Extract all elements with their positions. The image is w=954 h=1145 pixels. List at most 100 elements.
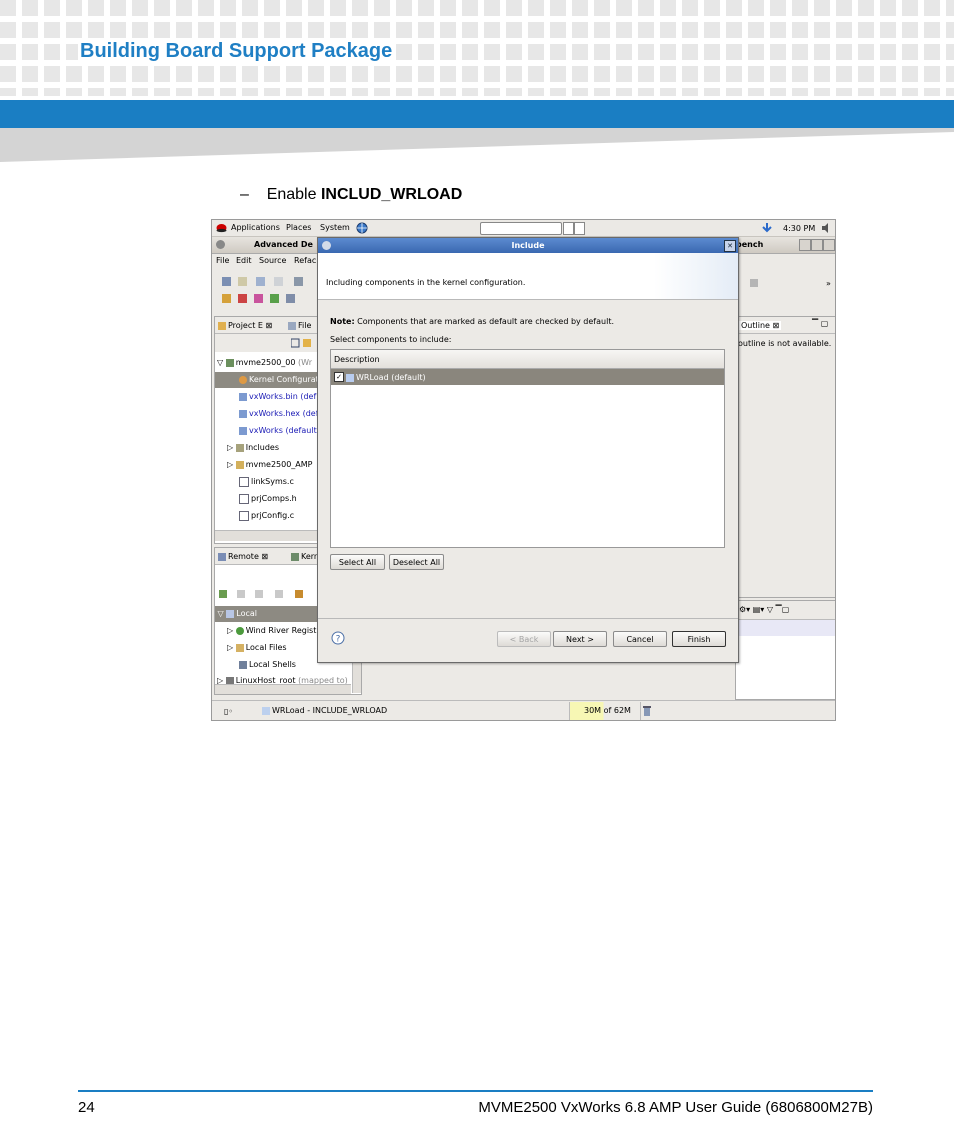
local-files-icon bbox=[235, 643, 244, 652]
component-icon bbox=[346, 373, 354, 382]
horizontal-scrollbar[interactable] bbox=[215, 530, 319, 541]
tree-item-wind-river-registry[interactable]: ▷ Wind River Regist bbox=[227, 623, 316, 639]
panel-spin-up[interactable] bbox=[563, 222, 574, 235]
status-icon: ▯◦ bbox=[224, 707, 234, 716]
close-button[interactable] bbox=[823, 239, 835, 251]
dialog-select-label: Select components to include: bbox=[330, 335, 452, 344]
menu-edit[interactable]: Edit bbox=[236, 256, 252, 265]
finish-button[interactable]: Finish bbox=[672, 631, 726, 647]
tab-outline[interactable]: Outline ⊠ bbox=[739, 321, 782, 330]
build-target-icon bbox=[239, 426, 247, 435]
tab-project-explorer[interactable]: Project E ⊠ bbox=[218, 321, 272, 330]
select-all-button[interactable]: Select All bbox=[330, 554, 385, 570]
tree-item-kernel-config[interactable]: Kernel Configurat bbox=[215, 372, 319, 388]
menu-system[interactable]: System bbox=[320, 223, 350, 232]
menu-places[interactable]: Places bbox=[286, 223, 311, 232]
volume-icon[interactable] bbox=[820, 222, 832, 234]
trash-icon[interactable] bbox=[642, 705, 652, 717]
panel-search-box[interactable] bbox=[480, 222, 562, 235]
tree-item-prjcomps[interactable]: prjComps.h bbox=[239, 491, 297, 507]
component-table: Description ✓ WRLoad (default) bbox=[330, 349, 725, 548]
table-row[interactable]: ✓ WRLoad (default) bbox=[331, 369, 724, 385]
table-header: Description bbox=[331, 350, 724, 369]
tree-item-mvme2500[interactable]: ▽ mvme2500_00 (Wr bbox=[217, 355, 312, 371]
tree-item-linuxhost-root[interactable]: ▷ LinuxHost_root (mapped to) bbox=[217, 674, 348, 684]
dialog-titlebar: Include ✕ bbox=[318, 238, 738, 253]
menu-source[interactable]: Source bbox=[259, 256, 286, 265]
footer-rule bbox=[78, 1090, 873, 1092]
tree-item-mvme2500-amp[interactable]: ▷ mvme2500_AMP bbox=[227, 457, 313, 473]
collapse-all-icon[interactable] bbox=[291, 338, 315, 348]
svg-text:?: ? bbox=[336, 635, 341, 645]
section-title: Building Board Support Package bbox=[78, 40, 395, 63]
panel-spin-down[interactable] bbox=[574, 222, 585, 235]
build-target-icon bbox=[239, 409, 247, 418]
view-toolbar-icons[interactable]: ⚙▾ ▤▾ ▽ ▔▢ bbox=[739, 605, 789, 614]
update-icon[interactable] bbox=[760, 222, 774, 234]
toolbar-icons[interactable] bbox=[218, 274, 316, 308]
header-wedge bbox=[0, 128, 954, 162]
ide-toolbar bbox=[218, 274, 316, 308]
deselect-all-button[interactable]: Deselect All bbox=[389, 554, 444, 570]
selected-row[interactable] bbox=[736, 620, 835, 636]
dialog-heading: Including components in the kernel confi… bbox=[326, 278, 526, 287]
page-number: 24 bbox=[78, 1099, 95, 1116]
status-message: WRLoad - INCLUDE_WRLOAD bbox=[262, 706, 387, 715]
document-title: MVME2500 VxWorks 6.8 AMP User Guide (680… bbox=[478, 1099, 873, 1116]
h-file-icon bbox=[239, 493, 249, 504]
tree-item-local-shells[interactable]: Local Shells bbox=[239, 657, 296, 673]
project-icon bbox=[225, 358, 234, 367]
tab-remote[interactable]: Remote ⊠ bbox=[218, 552, 268, 561]
remote-icon bbox=[218, 552, 226, 561]
maximize-button[interactable] bbox=[811, 239, 823, 251]
shell-icon bbox=[239, 660, 247, 669]
linux-host-icon bbox=[225, 676, 234, 684]
dialog-divider bbox=[318, 618, 738, 619]
tab-file[interactable]: File bbox=[288, 321, 311, 330]
status-bar: ▯◦ WRLoad - INCLUDE_WRLOAD 30M of 62M bbox=[212, 700, 835, 720]
workbench-icon bbox=[216, 240, 225, 249]
tree-item-local-files[interactable]: ▷ Local Files bbox=[227, 640, 287, 656]
heap-status[interactable]: 30M of 62M bbox=[569, 702, 641, 720]
ide-screenshot: Applications Places System 4:30 PM Advan… bbox=[211, 219, 836, 721]
menu-applications[interactable]: Applications bbox=[231, 223, 280, 232]
ide-title-right: bench bbox=[736, 240, 764, 249]
tree-item-local[interactable]: ▽ Local bbox=[215, 606, 319, 622]
include-dialog: Include ✕ Including components in the ke… bbox=[317, 237, 739, 663]
menu-refactor[interactable]: Refac bbox=[294, 256, 316, 265]
remote-toolbar-icons[interactable] bbox=[219, 588, 319, 600]
cancel-button[interactable]: Cancel bbox=[613, 631, 667, 647]
outline-minimize-maximize[interactable]: ▔ ▢ bbox=[812, 319, 828, 328]
tree-item-linksyms[interactable]: linkSyms.c bbox=[239, 474, 294, 490]
minimize-button[interactable] bbox=[799, 239, 811, 251]
dialog-banner: Including components in the kernel confi… bbox=[318, 253, 738, 300]
dialog-close-button[interactable]: ✕ bbox=[724, 240, 736, 252]
c-file-icon bbox=[239, 476, 249, 487]
lower-right-view: ⚙▾ ▤▾ ▽ ▔▢ bbox=[735, 600, 835, 700]
column-description[interactable]: Description bbox=[334, 355, 380, 364]
globe-icon[interactable] bbox=[356, 222, 368, 234]
next-button[interactable]: Next > bbox=[553, 631, 607, 647]
help-icon[interactable]: ? bbox=[331, 631, 345, 645]
ide-title-left: Advanced De bbox=[254, 240, 313, 249]
right-toolbar-icons[interactable]: » bbox=[748, 276, 836, 290]
back-button[interactable]: < Back bbox=[497, 631, 551, 647]
tree-item-vxworks-bin[interactable]: vxWorks.bin (def bbox=[239, 389, 316, 405]
gnome-panel: Applications Places System 4:30 PM bbox=[212, 220, 835, 237]
tab-kernel[interactable]: Kern bbox=[291, 552, 319, 561]
project-tree: ▽ mvme2500_00 (Wr Kernel Configurat vxWo… bbox=[215, 355, 319, 525]
project-explorer-tabs: Project E ⊠ File bbox=[215, 317, 319, 334]
kernel-tab-icon bbox=[291, 552, 299, 561]
tree-item-prjconfig[interactable]: prjConfig.c bbox=[239, 508, 294, 524]
component-row: WRLoad (default) bbox=[346, 373, 426, 382]
include-checkbox[interactable]: ✓ bbox=[334, 372, 344, 382]
remote-hscrollbar[interactable] bbox=[215, 684, 351, 694]
menu-file[interactable]: File bbox=[216, 256, 229, 265]
step-text: – Enable INCLUD_WRLOAD bbox=[240, 186, 462, 204]
tree-item-vxworks-hex[interactable]: vxWorks.hex (def bbox=[239, 406, 319, 422]
kernel-icon bbox=[239, 375, 247, 384]
tree-item-vxworks[interactable]: vxWorks (default bbox=[239, 423, 317, 439]
tree-item-includes[interactable]: ▷ Includes bbox=[227, 440, 279, 456]
clock: 4:30 PM bbox=[783, 224, 816, 233]
outline-message: outline is not available. bbox=[738, 339, 832, 348]
